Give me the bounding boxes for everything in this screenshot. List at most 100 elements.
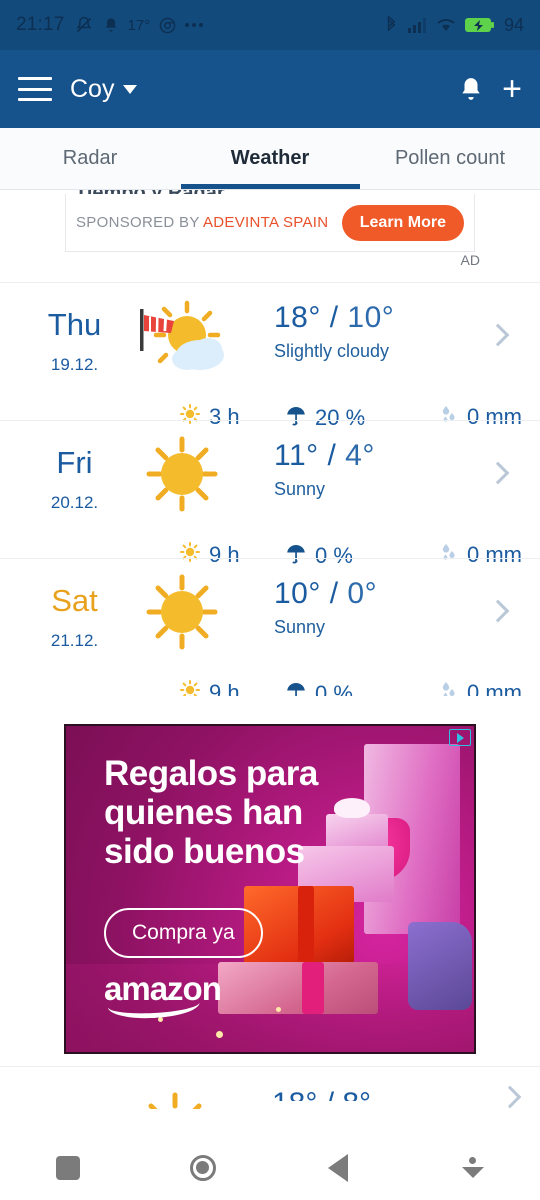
sponsored-ad-strip: Tiempo y Radar SPONSORED BY ADEVINTA SPA… [0,190,540,282]
ad-gift-glitter-ribbon [302,962,324,1014]
sun-icon [130,573,235,651]
forecast-day-block: Thu 19.12. [22,307,127,375]
amazon-banner-ad[interactable]: Regalos para quienes han sido buenos Com… [64,724,476,1054]
tab-pollen-count[interactable]: Pollen count [360,147,540,170]
forecast-temp-max: 11° [274,439,319,472]
weather-app-screen: 21:17 17° 94 Coy + Radar Weather Pollen … [0,0,540,1200]
forecast-temp-min: 4° [345,439,375,472]
forecast-temperature: 11° / 4° [274,439,375,473]
ad-marker-top: AD [460,252,480,268]
chevron-right-icon[interactable] [498,1085,522,1109]
forecast-row-content: Sat 21.12. 10° / 0° Sunny 9 h 0 % 0 mm [12,559,528,706]
bell-icon [103,17,119,33]
battery-charging-icon [464,17,495,33]
forecast-day-name: Sat [51,583,98,618]
back-triangle-icon[interactable] [270,1153,405,1182]
forecast-day-date: 19.12. [50,354,99,374]
add-location-button[interactable]: + [502,72,522,106]
sun-icon [140,1079,210,1110]
ad-gift-small-box [326,814,388,850]
chevron-down-icon [123,84,138,94]
app-bar: Coy + [0,50,540,128]
status-bar-right: 94 [384,15,524,36]
system-navigation-bar [0,1135,540,1200]
forecast-row[interactable]: Thu 19.12. 18° / 10° Slightly cloudy 3 h… [0,282,540,430]
forecast-temperature-block: 10° / 0° Sunny [274,577,377,638]
forecast-condition: Sunny [274,479,326,499]
sun-icon [130,435,235,513]
chevron-right-icon[interactable] [486,599,510,623]
forecast-row-partial[interactable]: 18° / 8° [0,1066,540,1110]
amazon-smile-icon [107,999,201,1021]
city-name: Coy [70,74,115,103]
sponsored-by-prefix: SPONSORED BY [76,214,203,231]
forecast-temperature-partial: 18° / 8° [272,1087,371,1101]
chevron-right-icon[interactable] [486,323,510,347]
status-temperature: 17° [127,16,151,34]
ad-sparkle [216,1031,223,1038]
ad-gift-white-bow [334,798,370,818]
battery-percent: 94 [503,14,524,35]
forecast-row[interactable]: Fri 20.12. 11° / 4° Sunny 9 h 0 % 0 mm [0,420,540,568]
forecast-row-content: Fri 20.12. 11° / 4° Sunny 9 h 0 % 0 mm [12,421,528,568]
windsock-sun-cloud-icon [130,297,235,375]
forecast-day-date: 20.12. [50,492,99,512]
active-tab-indicator [181,184,360,189]
forecast-temperature-block: 18° / 10° Slightly cloudy [274,301,394,362]
forecast-temp-max: 18° [274,301,321,334]
wifi-icon [436,17,456,33]
forecast-temp-min: 0° [347,577,378,610]
ad-gift-glitter-box [218,962,378,1014]
ad-headline-line-2: quienes han [104,793,303,833]
forecast-day-block: Sat 21.12. [22,583,127,651]
signal-icon [407,17,427,33]
forecast-day-date: 21.12. [50,630,99,650]
system-status-bar: 21:17 17° 94 [0,0,540,50]
ad-gift-purple-box [408,922,472,1010]
chevron-right-icon[interactable] [486,461,510,485]
forecast-row[interactable]: Sat 21.12. 10° / 0° Sunny 9 h 0 % 0 mm [0,558,540,706]
status-clock: 21:17 [16,14,65,35]
chrome-icon [159,17,176,34]
forecast-temp-separator: / [320,577,348,610]
status-bar-left: 21:17 17° [16,14,204,36]
forecast-day-name: Fri [56,445,93,480]
forecast-temperature-block: 11° / 4° Sunny [274,439,375,500]
sponsored-ad-card[interactable]: SPONSORED BY ADEVINTA SPAIN Learn More [65,194,475,252]
learn-more-button[interactable]: Learn More [341,204,464,241]
forecast-temp-separator: / [320,301,348,334]
ad-headline: Regalos para quienes han sido buenos [104,754,318,872]
recents-square-icon[interactable] [0,1155,135,1180]
forecast-temp-min: 10° [347,301,395,334]
banner-ad-section: Regalos para quienes han sido buenos Com… [0,696,540,1066]
more-dots-icon [185,23,204,27]
ad-headline-line-3: sido buenos [104,832,305,872]
mute-icon [74,15,94,35]
forecast-temperature: 18° / 10° [274,301,394,335]
sponsored-by-text: SPONSORED BY ADEVINTA SPAIN [76,214,328,231]
adchoices-icon[interactable] [449,729,471,746]
forecast-row-content: Thu 19.12. 18° / 10° Slightly cloudy 3 h… [12,283,528,430]
tab-radar[interactable]: Radar [0,147,180,170]
forecast-day-name: Thu [47,307,102,342]
bluetooth-icon [384,16,398,34]
amazon-logo: amazon [104,970,222,1021]
ad-headline-line-1: Regalos para [104,754,318,793]
forecast-temp-separator: / [318,439,346,472]
hamburger-menu-icon[interactable] [18,77,52,101]
sponsor-brand: ADEVINTA SPAIN [203,214,329,231]
home-circle-icon[interactable] [135,1154,270,1181]
ad-cta-button[interactable]: Compra ya [104,908,263,958]
tab-bar: Radar Weather Pollen count [0,128,540,190]
forecast-condition: Sunny [274,617,326,637]
forecast-condition: Slightly cloudy [274,341,390,361]
ad-sparkle [276,1007,281,1012]
forecast-temp-max: 10° [274,577,321,610]
forecast-list: Thu 19.12. 18° / 10° Slightly cloudy 3 h… [0,282,540,706]
notifications-button[interactable] [458,75,484,103]
city-selector[interactable]: Coy [70,74,138,104]
ad-gift-red-ribbon [298,886,314,964]
forecast-day-block: Fri 20.12. [22,445,127,513]
tab-weather[interactable]: Weather [180,147,360,170]
hide-keyboard-icon[interactable] [405,1157,540,1178]
